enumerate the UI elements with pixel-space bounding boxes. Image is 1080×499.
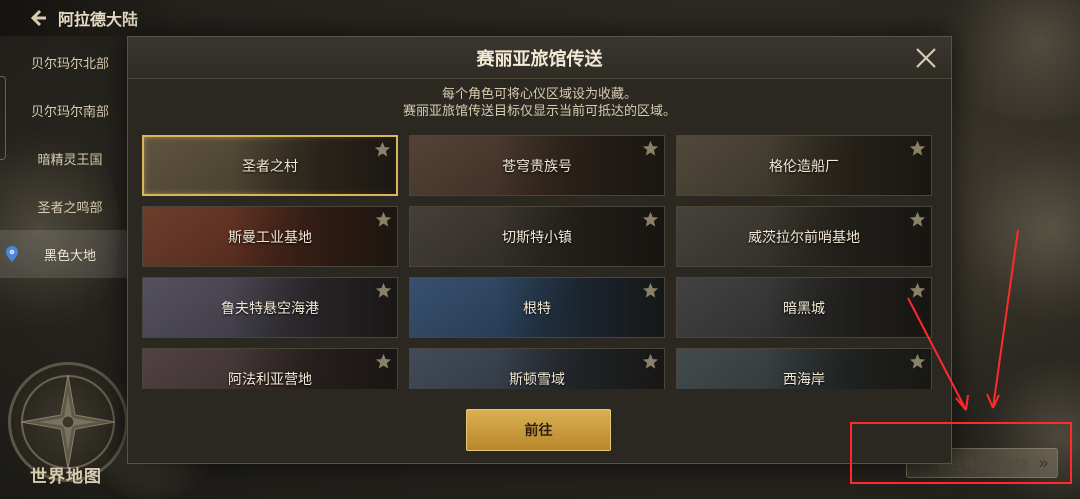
destination-name: 阿法利亚营地: [228, 371, 312, 388]
dialog-title: 赛丽亚旅馆传送: [476, 48, 603, 70]
destination-card[interactable]: 鲁夫特悬空海港: [142, 277, 398, 338]
destination-name: 根特: [523, 300, 551, 317]
region-list: 贝尔玛尔北部 贝尔玛尔南部 暗精灵王国 圣者之鸣部 黑色大地: [0, 38, 140, 278]
cloud: [960, 140, 1080, 320]
destination-card[interactable]: 格伦造船厂: [676, 135, 932, 196]
top-navigation-bar: 阿拉德大陆: [0, 0, 180, 36]
region-item[interactable]: 圣者之鸣部: [0, 182, 140, 230]
destination-name: 苍穹贵族号: [502, 158, 572, 175]
destination-card[interactable]: 根特: [409, 277, 665, 338]
region-item[interactable]: 黑色大地: [0, 230, 140, 278]
destination-card[interactable]: 威茨拉尔前哨基地: [676, 206, 932, 267]
star-icon[interactable]: [375, 282, 392, 299]
continent-title: 阿拉德大陆: [58, 10, 139, 29]
star-icon[interactable]: [642, 282, 659, 299]
destination-name: 西海岸: [783, 371, 825, 388]
region-item[interactable]: 贝尔玛尔南部: [0, 86, 140, 134]
back-arrow-icon[interactable]: [28, 8, 48, 28]
star-icon[interactable]: [375, 353, 392, 370]
destination-card[interactable]: 斯曼工业基地: [142, 206, 398, 267]
region-item[interactable]: 贝尔玛尔北部: [0, 38, 140, 86]
destination-name: 斯曼工业基地: [228, 229, 312, 246]
dialog-description: 每个角色可将心仪区域设为收藏。 赛丽亚旅馆传送目标仅显示当前可抵达的区域。: [128, 79, 951, 129]
destination-name: 圣者之村: [242, 158, 298, 175]
double-chevron-right-icon: »: [1037, 452, 1049, 474]
star-icon[interactable]: [642, 353, 659, 370]
destination-card[interactable]: 斯顿雪域: [409, 348, 665, 389]
destination-grid: 圣者之村 苍穹贵族号 格伦造船厂斯曼工业基地 切斯特小镇 威茨拉尔前哨基地鲁夫特悬空海港…: [142, 135, 938, 389]
star-icon[interactable]: [375, 211, 392, 228]
close-icon[interactable]: [913, 45, 939, 71]
destination-card[interactable]: 西海岸: [676, 348, 932, 389]
destination-name: 切斯特小镇: [502, 229, 572, 246]
star-icon[interactable]: [642, 140, 659, 157]
destination-name: 暗黑城: [783, 300, 825, 317]
star-icon[interactable]: [374, 141, 391, 158]
world-map-label: 世界地图: [30, 467, 102, 487]
destination-name: 格伦造船厂: [769, 158, 839, 175]
region-item[interactable]: 暗精灵王国: [0, 134, 140, 182]
cloud: [930, 0, 1080, 120]
destination-name: 斯顿雪域: [509, 371, 565, 388]
go-button[interactable]: 前往: [466, 409, 611, 451]
destination-name: 威茨拉尔前哨基地: [748, 229, 860, 246]
destination-name: 鲁夫特悬空海港: [221, 300, 319, 317]
destination-card[interactable]: 阿法利亚营地: [142, 348, 398, 389]
destination-card[interactable]: 暗黑城: [676, 277, 932, 338]
destination-card[interactable]: 苍穹贵族号: [409, 135, 665, 196]
star-icon[interactable]: [909, 282, 926, 299]
star-icon[interactable]: [909, 140, 926, 157]
star-icon[interactable]: [909, 353, 926, 370]
description-line-1: 每个角色可将心仪区域设为收藏。: [441, 87, 637, 102]
location-pin-icon: [6, 246, 18, 262]
description-line-2: 赛丽亚旅馆传送目标仅显示当前可抵达的区域。: [402, 104, 676, 119]
star-icon[interactable]: [642, 211, 659, 228]
dialog-header: 赛丽亚旅馆传送: [128, 37, 951, 79]
star-icon[interactable]: [909, 211, 926, 228]
seria-inn-teleport-dialog: 赛丽亚旅馆传送 每个角色可将心仪区域设为收藏。 赛丽亚旅馆传送目标仅显示当前可抵…: [127, 36, 952, 464]
destination-card[interactable]: 圣者之村: [142, 135, 398, 196]
cloud: [980, 360, 1080, 499]
destination-card[interactable]: 切斯特小镇: [409, 206, 665, 267]
